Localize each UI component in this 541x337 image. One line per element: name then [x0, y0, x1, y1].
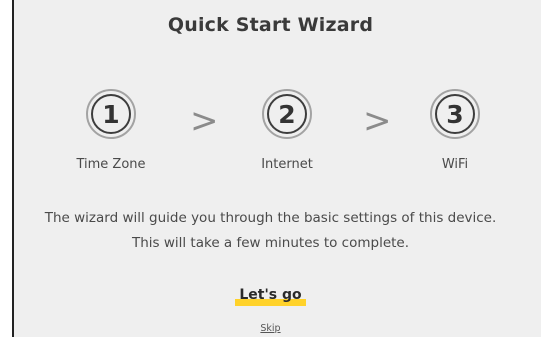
- skip-container: Skip: [0, 316, 541, 335]
- step-3-label: WiFi: [441, 157, 469, 172]
- step-2-label: Internet: [261, 157, 313, 172]
- step-1-number: 1: [91, 94, 131, 134]
- wizard-description-line-2: This will take a few minutes to complete…: [131, 235, 410, 251]
- step-1-label: Time Zone: [76, 157, 146, 172]
- step-2-number: 2: [267, 94, 307, 134]
- step-separator-arrow: >: [363, 101, 392, 141]
- step-1-circle: 1: [86, 89, 136, 139]
- step-separator-arrow: >: [190, 101, 219, 141]
- skip-link[interactable]: Skip: [260, 323, 280, 334]
- step-3-number: 3: [435, 94, 475, 134]
- wizard-description-line-1: The wizard will guide you through the ba…: [44, 210, 497, 226]
- step-3-circle: 3: [430, 89, 480, 139]
- step-2-circle: 2: [262, 89, 312, 139]
- lets-go-button[interactable]: Let's go: [235, 287, 306, 306]
- quick-start-wizard-page: Quick Start Wizard 1 Time Zone > 2 Inter…: [0, 0, 541, 337]
- wizard-title: Quick Start Wizard: [167, 14, 374, 36]
- lets-go-container: Let's go: [0, 284, 541, 306]
